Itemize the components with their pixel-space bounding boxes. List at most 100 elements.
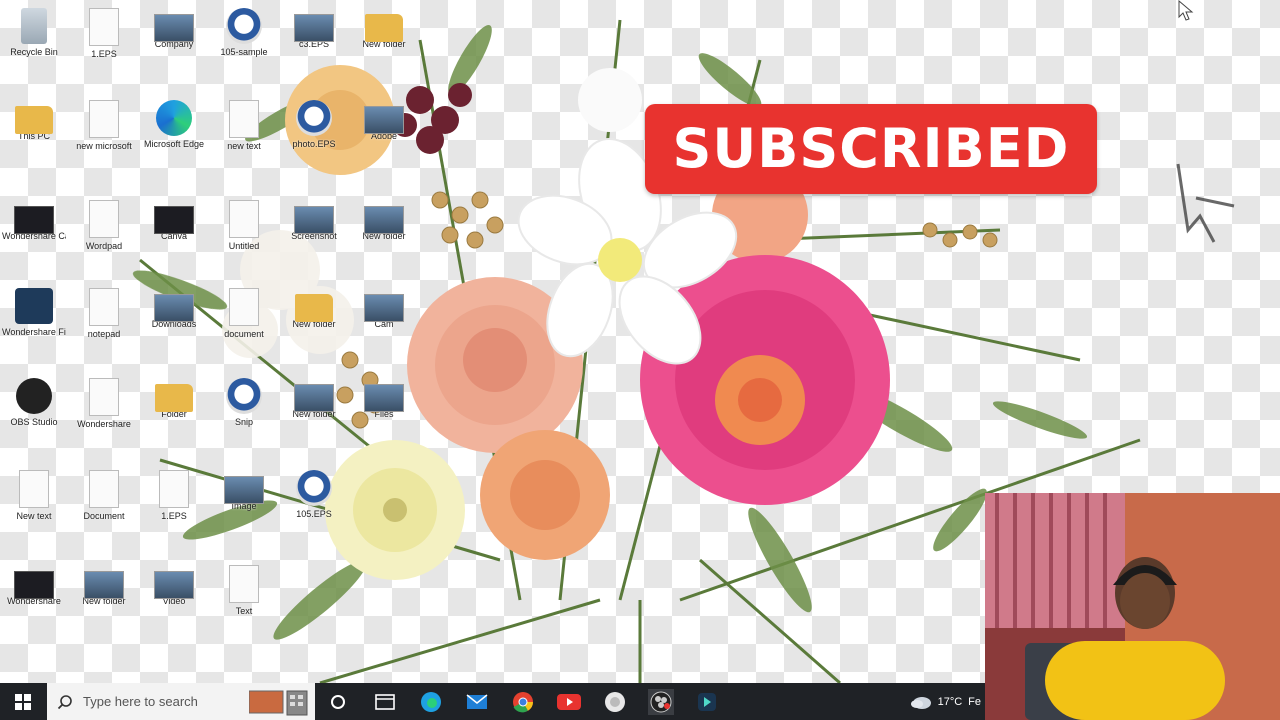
taskbar-search-box[interactable]: Type here to search — [47, 683, 315, 720]
desktop-icon[interactable]: new microsoft — [72, 100, 136, 151]
image-icon — [294, 384, 334, 412]
desktop-icon[interactable]: Files — [352, 378, 416, 419]
document-icon — [229, 100, 259, 138]
document-icon — [19, 470, 49, 508]
folder-icon — [365, 14, 403, 42]
desktop-icon[interactable]: New text — [2, 470, 66, 521]
filmora-icon — [698, 693, 716, 711]
snip-icon — [226, 378, 262, 414]
desktop-icon-label: Wordpad — [85, 241, 123, 251]
desktop-icon[interactable]: New folder — [282, 378, 346, 419]
document-icon — [89, 470, 119, 508]
taskbar-obs[interactable] — [648, 689, 674, 715]
window-icon — [375, 694, 395, 710]
windows-logo-icon — [15, 693, 31, 710]
desktop-icon[interactable]: Wondershare — [2, 565, 66, 606]
desktop-icon-label: Snip — [234, 417, 253, 427]
desktop-icon[interactable]: document — [212, 288, 276, 339]
taskbar-mail[interactable] — [464, 689, 490, 715]
document-icon — [229, 288, 259, 326]
mouse-cursor-icon — [1178, 0, 1194, 21]
desktop-icon[interactable]: This PC — [2, 100, 66, 141]
desktop-icon[interactable]: OBS Studio — [2, 378, 66, 427]
document-icon — [229, 200, 259, 238]
taskbar-youtube[interactable] — [556, 689, 582, 715]
desktop-icon[interactable]: Image — [212, 470, 276, 511]
desktop-icon[interactable]: Cam — [352, 288, 416, 329]
chrome-icon — [513, 692, 533, 713]
desktop-icon[interactable]: Wondershare Filmora X — [2, 288, 66, 337]
recycle-bin-icon — [21, 8, 47, 44]
desktop-icon[interactable]: Wondershare Capture — [2, 200, 66, 241]
document-icon — [89, 378, 119, 416]
desktop-icon[interactable]: 1.EPS — [72, 8, 136, 59]
taskbar-chrome[interactable] — [510, 689, 536, 715]
taskbar-generic-app[interactable] — [602, 689, 628, 715]
desktop-icon[interactable]: Screenshot — [282, 200, 346, 241]
desktop-icon[interactable]: notepad — [72, 288, 136, 339]
desktop-icon[interactable]: Snip — [212, 378, 276, 427]
image-icon — [364, 294, 404, 322]
weather-more: Fe — [968, 695, 981, 708]
desktop-icon-label: 1.EPS — [161, 511, 187, 521]
desktop-icon[interactable]: 105.EPS — [282, 470, 346, 519]
image-icon — [154, 14, 194, 42]
desktop-icon[interactable]: c3.EPS — [282, 8, 346, 49]
desktop-icon[interactable]: Company — [142, 8, 206, 49]
desktop-icon[interactable]: Canva — [142, 200, 206, 241]
system-tray: 17°C Fe — [910, 683, 985, 720]
click-cursor-icon — [1176, 163, 1235, 243]
desktop-icon[interactable]: New folder — [352, 8, 416, 49]
desktop-icon[interactable]: Untitled — [212, 200, 276, 251]
image-icon — [154, 294, 194, 322]
youtube-icon — [557, 694, 581, 710]
taskbar-file-explorer[interactable] — [372, 689, 398, 715]
search-icon — [57, 694, 72, 709]
desktop-icon-label: 105-sample — [220, 47, 268, 57]
desktop-icon-label: notepad — [87, 329, 121, 339]
weather-temperature[interactable]: 17°C — [938, 696, 963, 708]
desktop-icon[interactable]: Wondershare — [72, 378, 136, 429]
weather-cloud-icon — [910, 696, 931, 709]
taskbar-filmora[interactable] — [694, 689, 720, 715]
desktop-icon-label: Wondershare — [77, 419, 131, 429]
webcam-overlay — [985, 493, 1280, 720]
mail-icon — [466, 694, 488, 709]
taskbar: Type here to search 17°C Fe — [0, 683, 985, 720]
desktop-icon[interactable]: photo.EPS — [282, 100, 346, 149]
image-icon — [364, 106, 404, 134]
desktop-icon-label: Untitled — [228, 241, 260, 251]
obs-icon — [650, 691, 672, 713]
desktop-icon[interactable]: Adobe — [352, 100, 416, 141]
subscribed-badge[interactable]: SUBSCRIBED — [645, 104, 1097, 194]
desktop-icon[interactable]: Wordpad — [72, 200, 136, 251]
image-icon — [84, 571, 124, 599]
obs-icon — [16, 378, 52, 414]
desktop-icon[interactable]: New folder — [72, 565, 136, 606]
desktop-icon[interactable]: Video — [142, 565, 206, 606]
app-icon — [14, 571, 54, 599]
desktop-icon[interactable]: Recycle Bin — [2, 8, 66, 57]
folder-icon — [155, 384, 193, 412]
desktop-icon[interactable]: New folder — [282, 288, 346, 329]
start-button[interactable] — [0, 683, 46, 720]
desktop-icon-label: Microsoft Edge — [143, 139, 205, 149]
taskbar-edge[interactable] — [418, 689, 444, 715]
desktop-icon-label: document — [224, 329, 264, 339]
folder-icon — [295, 294, 333, 322]
desktop-icon[interactable]: 105-sample — [212, 8, 276, 57]
desktop-icon[interactable]: Document — [72, 470, 136, 521]
desktop-icon[interactable]: Text — [212, 565, 276, 616]
desktop-icon[interactable]: 1.EPS — [142, 470, 206, 521]
document-icon — [159, 470, 189, 508]
image-icon — [364, 206, 404, 234]
task-view-button[interactable] — [325, 689, 351, 715]
document-icon — [229, 565, 259, 603]
desktop-icon[interactable]: Microsoft Edge — [142, 100, 206, 149]
photo-icon — [296, 470, 332, 506]
desktop-icon[interactable]: new text — [212, 100, 276, 151]
desktop-icon[interactable]: New folder — [352, 200, 416, 241]
webcam-feed — [985, 493, 1280, 720]
desktop-icon[interactable]: Downloads — [142, 288, 206, 329]
desktop-icon[interactable]: Folder — [142, 378, 206, 419]
